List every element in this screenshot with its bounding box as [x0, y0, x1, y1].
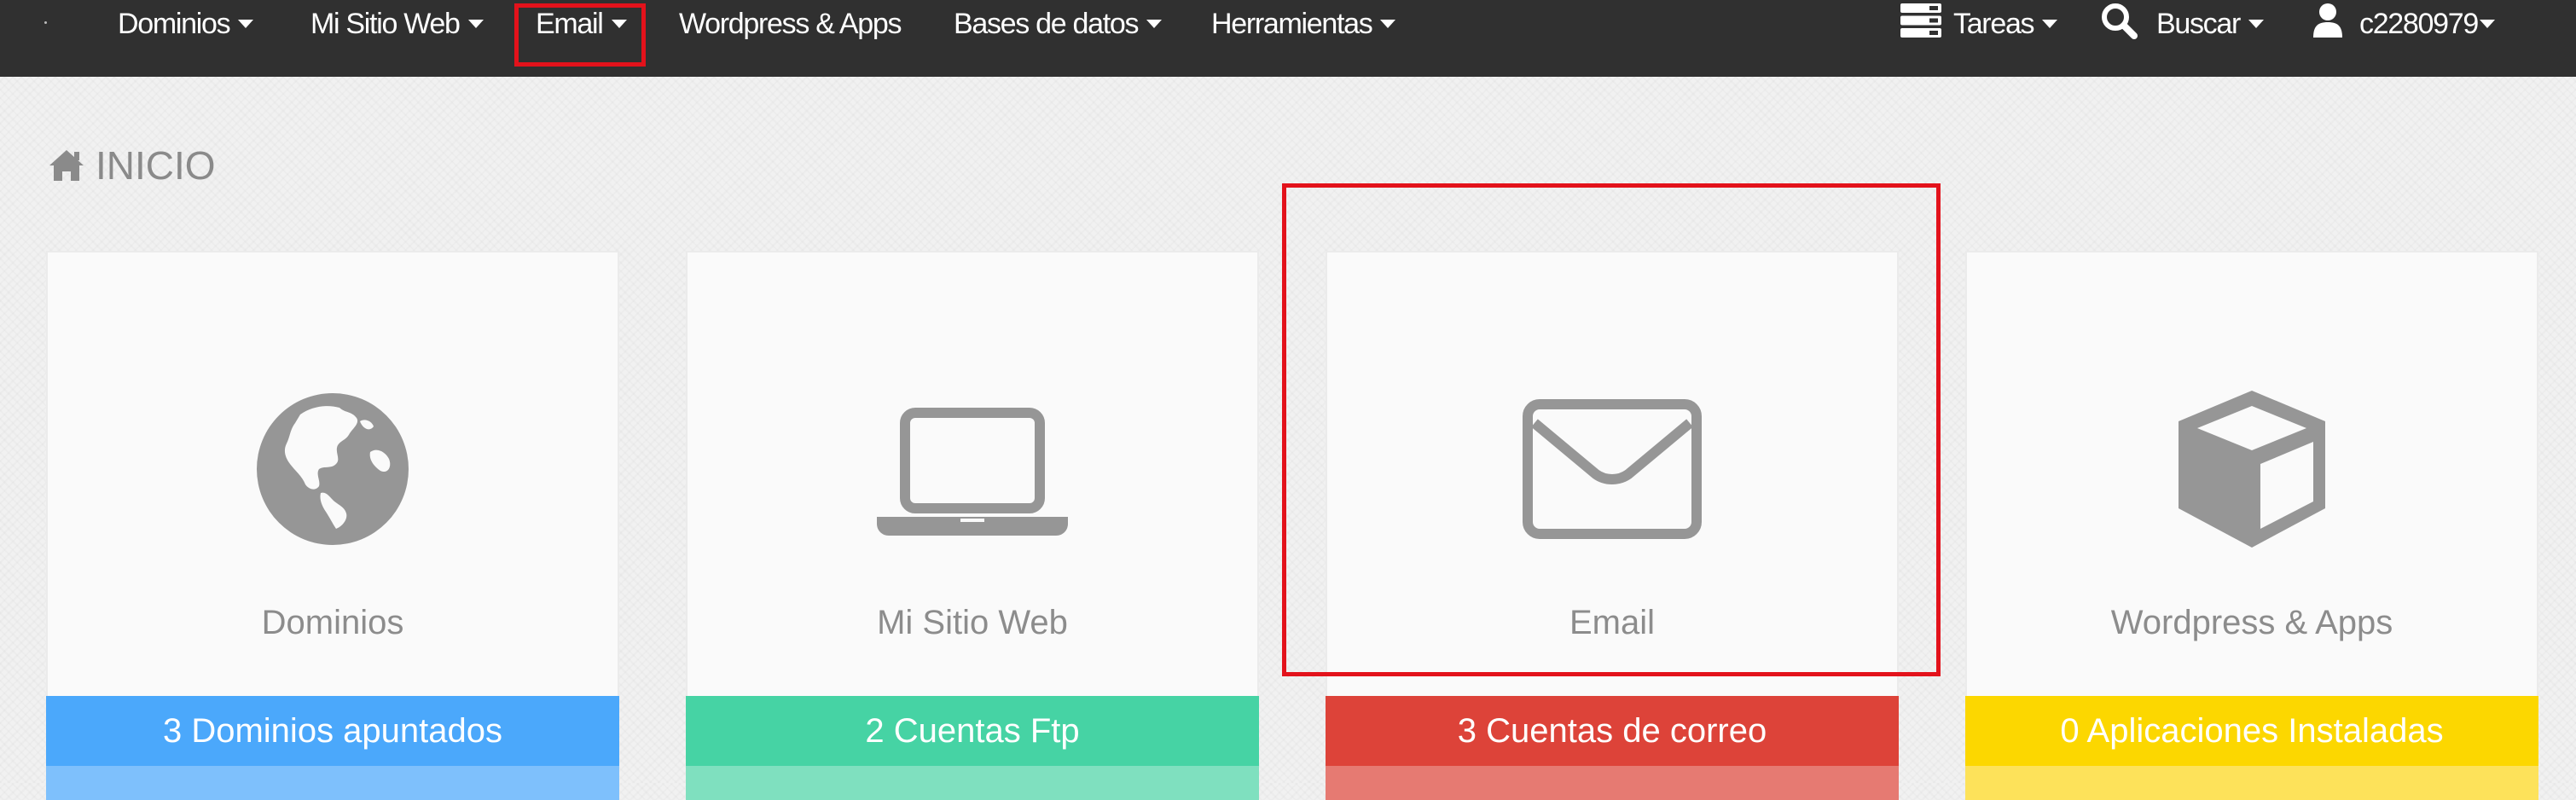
card-dominios[interactable]: Dominios 3 Dominios apuntados: [46, 251, 619, 800]
globe-icon: [48, 379, 618, 559]
search-icon: [2100, 2, 2138, 47]
nav-user-menu[interactable]: c2280979: [2313, 0, 2495, 48]
tasks-icon: [1900, 3, 1941, 45]
card-wordpress-apps-footer-bar: [1965, 766, 2538, 800]
card-dominios-status[interactable]: 3 Dominios apuntados: [46, 696, 619, 766]
card-dominios-status-text: 3 Dominios apuntados: [162, 711, 503, 750]
top-navbar: Dominios Mi Sitio Web Email Wordpress & …: [0, 0, 2576, 77]
card-mi-sitio-web-title: Mi Sitio Web: [877, 604, 1068, 641]
user-icon: [2313, 3, 2342, 45]
nav-bases-de-datos-label: Bases de datos: [954, 7, 1139, 40]
card-email-status-text: 3 Cuentas de correo: [1457, 711, 1767, 750]
card-email-footer-bar: [1326, 766, 1899, 800]
nav-herramientas[interactable]: Herramientas: [1211, 0, 1396, 48]
card-wordpress-apps-status[interactable]: 0 Aplicaciones Instaladas: [1965, 696, 2538, 766]
chevron-down-icon: [2248, 20, 2265, 28]
nav-dominios[interactable]: Dominios: [118, 0, 254, 48]
chevron-down-icon: [2042, 20, 2058, 28]
highlight-nav-email: [514, 3, 646, 67]
nav-dominios-label: Dominios: [118, 7, 231, 40]
card-wordpress-apps-title: Wordpress & Apps: [2110, 604, 2393, 641]
card-mi-sitio-web-status[interactable]: 2 Cuentas Ftp: [686, 696, 1259, 766]
nav-bases-de-datos[interactable]: Bases de datos: [954, 0, 1163, 48]
card-dominios-footer-bar: [46, 766, 619, 800]
laptop-icon: [688, 379, 1257, 559]
cube-icon: [1967, 379, 2537, 559]
nav-buscar-label: Buscar: [2156, 7, 2241, 40]
card-mi-sitio-web[interactable]: Mi Sitio Web 2 Cuentas Ftp: [686, 251, 1259, 800]
card-mi-sitio-web-status-text: 2 Cuentas Ftp: [865, 711, 1080, 750]
nav-dot: [44, 21, 47, 24]
home-icon: [49, 150, 84, 181]
chevron-down-icon: [467, 20, 484, 28]
nav-tareas-label: Tareas: [1953, 7, 2035, 40]
chevron-down-icon: [1146, 20, 1163, 28]
nav-user-label: c2280979: [2359, 7, 2479, 40]
card-dominios-title: Dominios: [261, 604, 404, 641]
nav-wordpress-apps-label: Wordpress & Apps: [679, 7, 902, 40]
nav-mi-sitio-web-label: Mi Sitio Web: [310, 7, 461, 40]
card-wordpress-apps-status-text: 0 Aplicaciones Instaladas: [2060, 711, 2444, 750]
page-title: INICIO: [48, 138, 216, 193]
nav-tareas[interactable]: Tareas: [1900, 0, 2058, 48]
card-email-status[interactable]: 3 Cuentas de correo: [1326, 696, 1899, 766]
chevron-down-icon: [2479, 20, 2495, 28]
chevron-down-icon: [238, 20, 254, 28]
chevron-down-icon: [1380, 20, 1396, 28]
page-title-text: INICIO: [96, 143, 216, 188]
nav-mi-sitio-web[interactable]: Mi Sitio Web: [310, 0, 484, 48]
nav-buscar[interactable]: Buscar: [2100, 0, 2265, 48]
highlight-card-email: [1282, 183, 1941, 676]
card-mi-sitio-web-footer-bar: [686, 766, 1259, 800]
nav-herramientas-label: Herramientas: [1211, 7, 1373, 40]
nav-wordpress-apps[interactable]: Wordpress & Apps: [679, 0, 902, 48]
card-wordpress-apps[interactable]: Wordpress & Apps 0 Aplicaciones Instalad…: [1965, 251, 2538, 800]
